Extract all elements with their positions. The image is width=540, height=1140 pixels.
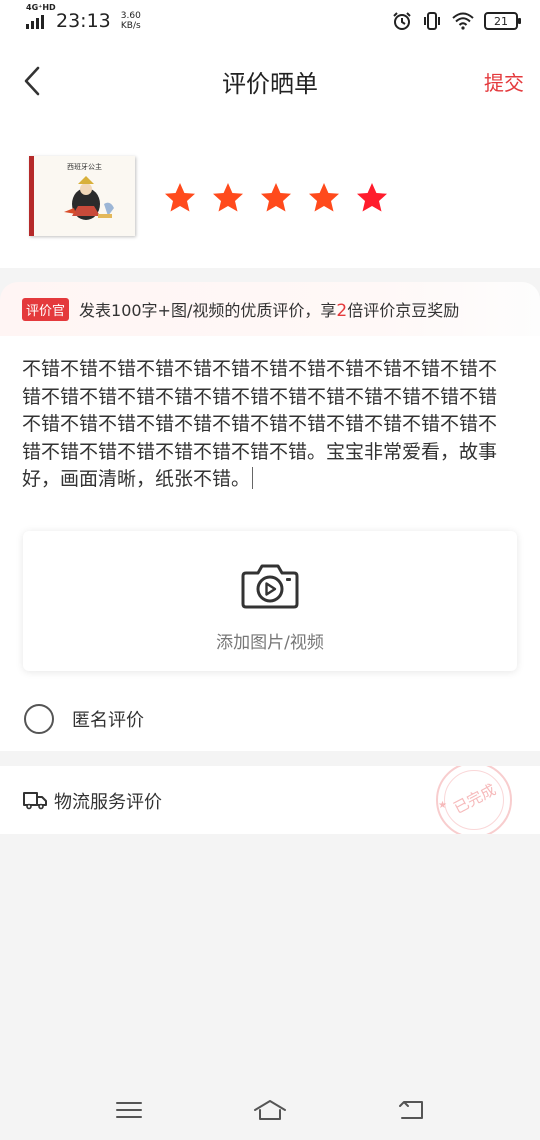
system-nav-bar — [0, 1080, 540, 1140]
reward-banner: 评价官 发表100字+图/视频的优质评价，享2倍评价京豆奖励 — [0, 282, 540, 336]
star-icon-5[interactable] — [354, 180, 390, 216]
network-speed: 3.60 KB/s — [120, 11, 141, 31]
anonymous-label: 匿名评价 — [72, 710, 144, 731]
star-icon-1[interactable] — [162, 180, 198, 216]
star-rating[interactable] — [162, 180, 390, 216]
network-type: 4G⁺HD — [26, 3, 56, 12]
anonymous-radio[interactable] — [24, 704, 54, 734]
status-bar: 4G⁺HD 23:13 3.60 KB/s 21 — [0, 0, 540, 42]
stamp-star-icon: ★ — [438, 800, 447, 811]
logistics-label: 物流服务评价 — [54, 792, 162, 813]
battery-level: 21 — [494, 14, 508, 28]
text-caret — [252, 467, 254, 489]
truck-icon — [23, 792, 47, 810]
camera-video-icon — [241, 564, 299, 609]
vibrate-icon — [424, 12, 440, 30]
product-rating-section: 西班牙公主 — [0, 118, 540, 268]
home-icon[interactable] — [253, 1098, 287, 1122]
product-thumbnail[interactable]: 西班牙公主 — [29, 156, 135, 236]
menu-icon[interactable] — [114, 1098, 144, 1122]
review-textarea[interactable]: 不错不错不错不错不错不错不错不错不错不错不错不错不错不错不错不错不错不错不错不错… — [22, 356, 508, 494]
star-icon-2[interactable] — [210, 180, 246, 216]
book-cover-illustration — [64, 176, 114, 220]
review-section: 不错不错不错不错不错不错不错不错不错不错不错不错不错不错不错不错不错不错不错不错… — [0, 336, 540, 751]
submit-button[interactable]: 提交 — [484, 67, 524, 96]
wifi-icon — [452, 12, 474, 30]
reviewer-badge: 评价官 — [22, 297, 70, 321]
reward-text: 发表100字+图/视频的优质评价，享2倍评价京豆奖励 — [79, 301, 460, 321]
back-icon[interactable] — [396, 1098, 426, 1122]
signal-icon: 4G⁺HD — [26, 3, 56, 29]
logistics-rating-row[interactable]: 物流服务评价 ★ 已完成 — [0, 766, 540, 834]
battery-icon: 21 — [484, 12, 521, 30]
page-title: 评价晒单 — [222, 70, 318, 98]
add-media-label: 添加图片/视频 — [216, 633, 324, 653]
alarm-icon — [393, 12, 411, 30]
completed-stamp: ★ 已完成 — [436, 766, 512, 834]
anonymous-toggle[interactable]: 匿名评价 — [24, 704, 144, 734]
star-icon-3[interactable] — [258, 180, 294, 216]
star-icon-4[interactable] — [306, 180, 342, 216]
nav-bar: 评价晒单 提交 — [0, 42, 540, 118]
status-time: 23:13 — [56, 10, 111, 32]
add-media-button[interactable]: 添加图片/视频 — [23, 531, 517, 671]
